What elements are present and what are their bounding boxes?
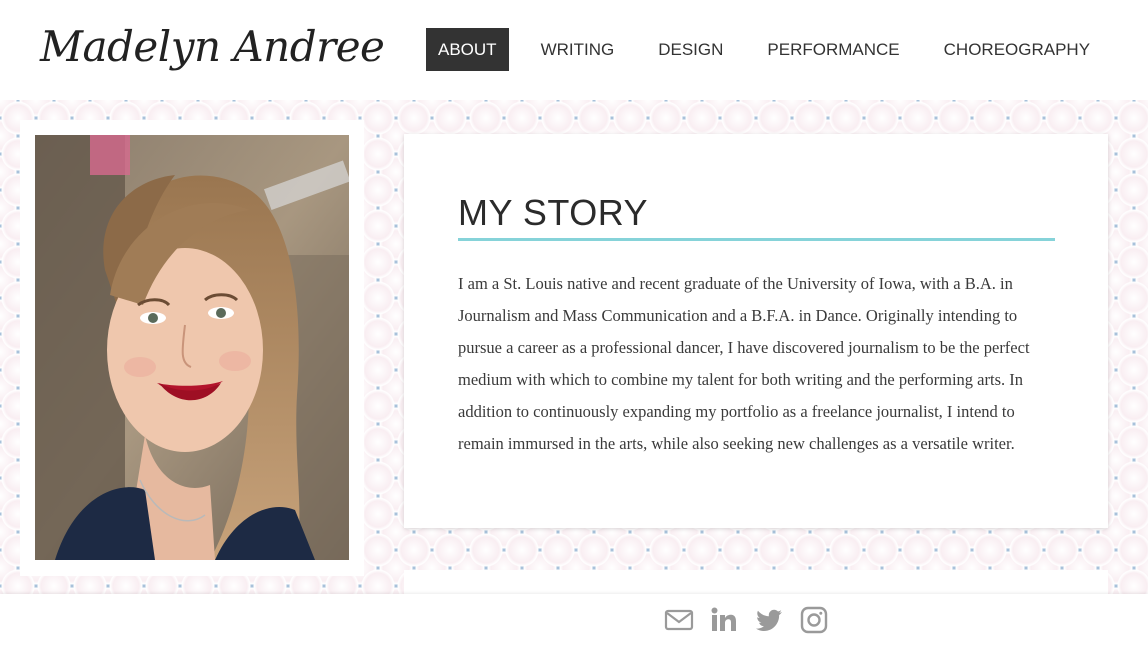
story-title: MY STORY bbox=[458, 192, 649, 233]
envelope-icon[interactable] bbox=[664, 606, 694, 634]
nav-design[interactable]: DESIGN bbox=[646, 28, 735, 71]
linkedin-icon[interactable] bbox=[709, 606, 739, 634]
story-body: I am a St. Louis native and recent gradu… bbox=[458, 274, 1030, 453]
main-nav: ABOUT WRITING DESIGN PERFORMANCE CHOREOG… bbox=[426, 28, 1122, 71]
site-logo[interactable]: Madelyn Andree bbox=[40, 22, 385, 71]
nav-writing[interactable]: WRITING bbox=[529, 28, 627, 71]
social-links bbox=[664, 606, 844, 634]
nav-choreography[interactable]: CHOREOGRAPHY bbox=[932, 28, 1102, 71]
site-header: Madelyn Andree ABOUT WRITING DESIGN PERF… bbox=[0, 0, 1148, 100]
instagram-icon[interactable] bbox=[799, 606, 829, 634]
site-footer bbox=[0, 594, 1148, 645]
title-divider bbox=[458, 238, 1055, 241]
portrait-photo bbox=[35, 135, 349, 560]
nav-performance[interactable]: PERFORMANCE bbox=[755, 28, 911, 71]
twitter-icon[interactable] bbox=[754, 606, 784, 634]
nav-about[interactable]: ABOUT bbox=[426, 28, 509, 71]
